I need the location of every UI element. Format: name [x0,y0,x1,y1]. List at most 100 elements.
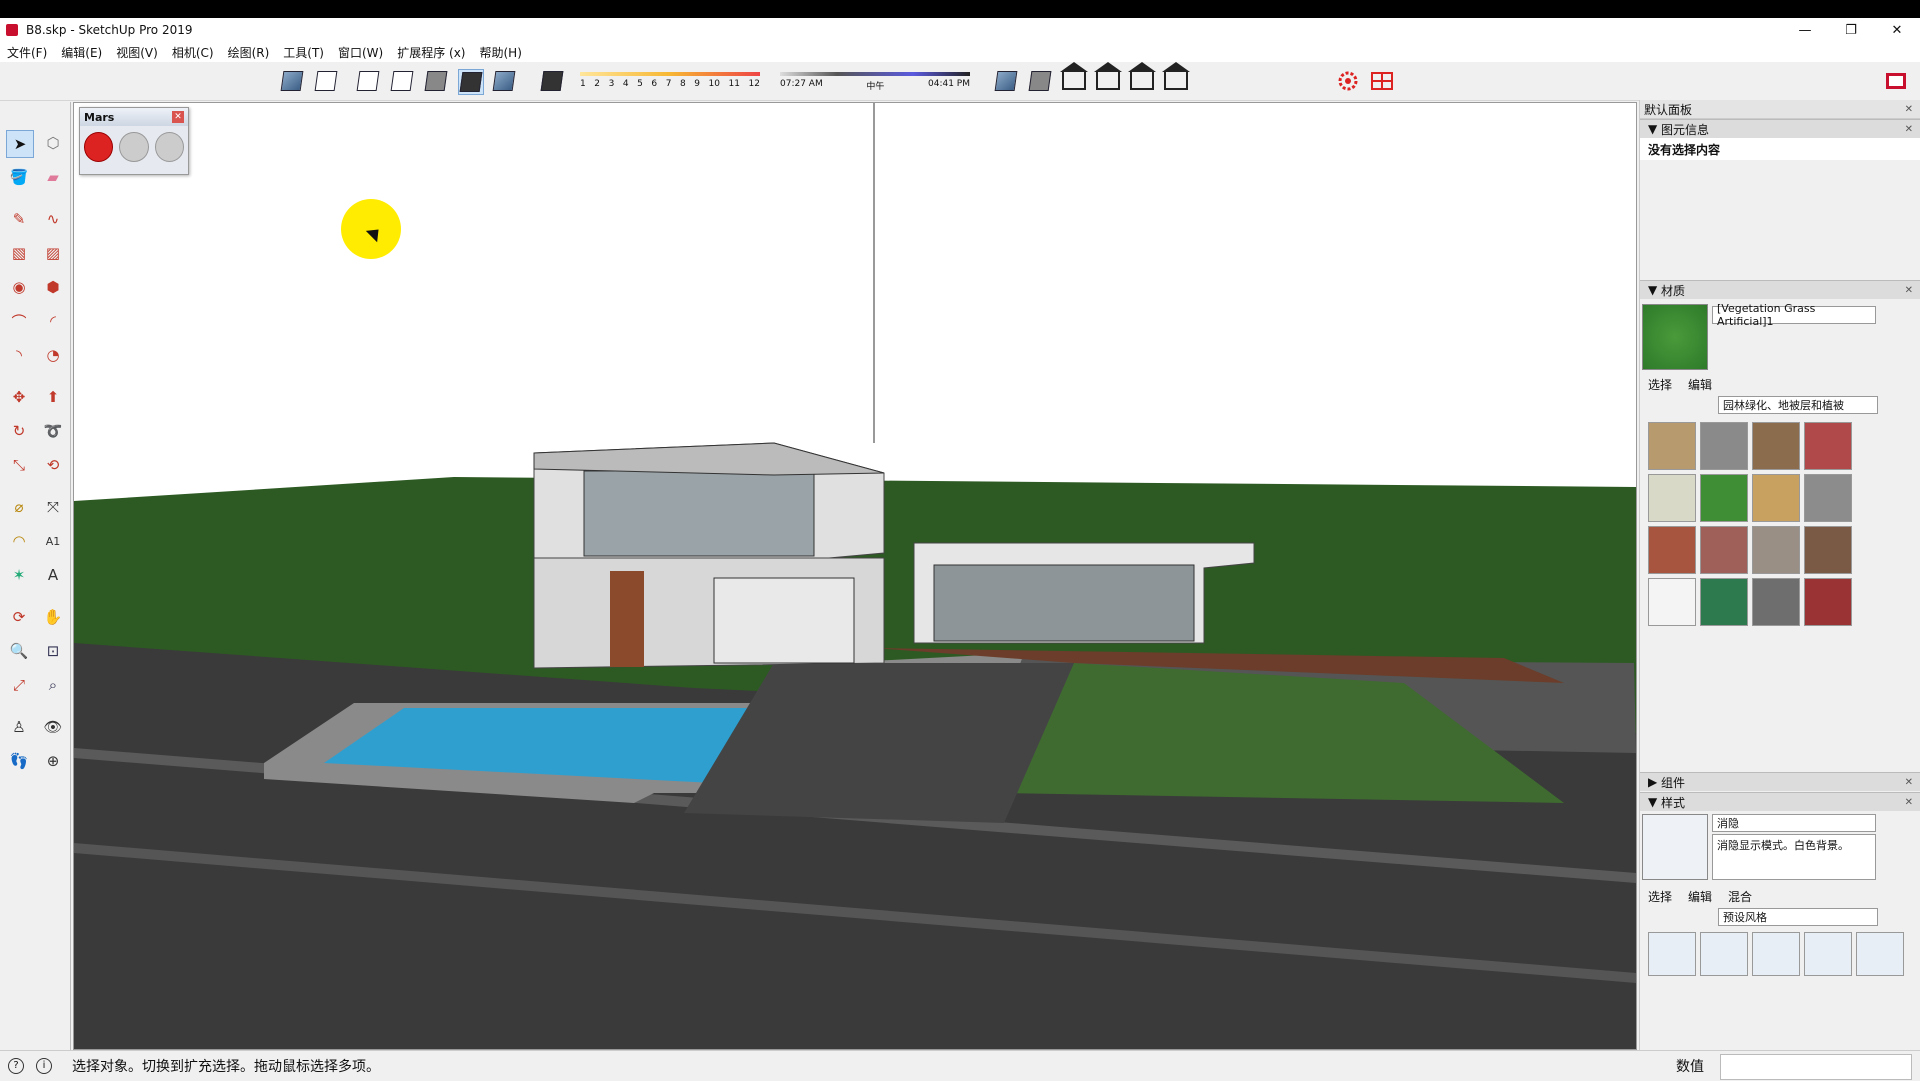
hidden-line-style-button[interactable] [390,69,414,93]
material-swatch[interactable] [1648,578,1696,626]
position-camera-tool[interactable]: ♙ [6,714,32,740]
menu-window[interactable]: 窗口(W) [331,44,390,61]
style-swatch[interactable] [1700,932,1748,976]
material-swatch[interactable] [1700,578,1748,626]
material-swatch[interactable] [1752,578,1800,626]
style-swatch[interactable] [1856,932,1904,976]
material-swatch[interactable] [1804,526,1852,574]
mars-render-button[interactable] [84,132,114,162]
dimension-tool[interactable]: ⤧ [40,494,66,520]
styles-section[interactable]: ▼ 样式 ✕ [1640,792,1920,811]
style-description-field[interactable]: 消隐显示模式。白色背景。 [1712,834,1876,880]
menu-file[interactable]: 文件(F) [0,44,54,61]
restore-button[interactable]: ❐ [1828,18,1874,42]
previous-view-tool[interactable]: ⌕ [40,672,66,698]
styles-close-icon[interactable]: ✕ [1905,797,1913,808]
iso-view-button[interactable] [994,69,1018,93]
measurements-input[interactable] [1720,1054,1912,1080]
polygon-tool[interactable]: ⬢ [40,274,66,300]
material-swatch[interactable] [1752,526,1800,574]
entity-info-section[interactable]: ▼ 图元信息 ✕ [1640,119,1920,138]
eraser-tool[interactable]: ▰ [40,164,66,190]
close-button[interactable]: ✕ [1874,18,1920,42]
scale-tool[interactable]: ⤡ [6,452,32,478]
material-swatch[interactable] [1700,526,1748,574]
material-swatch[interactable] [1648,474,1696,522]
material-swatch[interactable] [1648,526,1696,574]
components-close-icon[interactable]: ✕ [1905,777,1913,788]
materials-close-icon[interactable]: ✕ [1905,285,1913,296]
zoom-extents-tool[interactable]: ⤢ [6,672,32,698]
rotated-rectangle-tool[interactable]: ▨ [40,240,66,266]
line-tool[interactable]: ✎ [6,206,32,232]
model-viewport[interactable]: Mars ✕ [73,102,1637,1050]
material-swatch[interactable] [1700,422,1748,470]
front-view-button[interactable] [1060,62,1088,93]
menu-camera[interactable]: 相机(C) [165,44,221,61]
paint-bucket-tool[interactable]: 🪣 [6,164,32,190]
style-library-select[interactable]: 预设风格 [1718,908,1878,926]
menu-view[interactable]: 视图(V) [109,44,165,61]
zoom-tool[interactable]: 🔍 [6,638,32,664]
plugin-gear-button[interactable] [1336,69,1360,93]
mars-close-icon[interactable]: ✕ [172,111,184,123]
menu-draw[interactable]: 绘图(R) [221,44,277,61]
material-swatch[interactable] [1700,474,1748,522]
shadows-toggle-button[interactable] [540,69,564,93]
mars-settings-button[interactable] [154,132,184,162]
info-icon[interactable]: i [36,1058,52,1074]
menu-tools[interactable]: 工具(T) [276,44,331,61]
style-swatch[interactable] [1648,932,1696,976]
move-tool[interactable]: ✥ [6,384,32,410]
menu-help[interactable]: 帮助(H) [472,44,528,61]
follow-me-tool[interactable]: ➰ [40,418,66,444]
three-point-arc-tool[interactable]: ◝ [6,342,32,368]
menu-edit[interactable]: 编辑(E) [54,44,109,61]
style-swatch[interactable] [1752,932,1800,976]
protractor-tool[interactable]: ◠ [6,528,32,554]
tray-close-icon[interactable]: ✕ [1905,104,1913,115]
text-tool[interactable]: A1 [40,528,66,554]
style-name-field[interactable]: 消隐 [1712,814,1876,832]
plugin-grid-button[interactable] [1370,69,1394,93]
rectangle-tool[interactable]: ▧ [6,240,32,266]
components-section[interactable]: ▶ 组件 ✕ [1640,772,1920,791]
back-view-button[interactable] [1128,62,1156,93]
right-view-button[interactable] [1094,62,1122,93]
material-library-select[interactable]: 园林绿化、地被层和植被 [1718,396,1878,414]
shaded-textures-style-button[interactable] [458,69,484,95]
left-view-button[interactable] [1162,62,1190,93]
shadow-date-slider[interactable]: 1 2 3 4 5 6 7 8 9 10 11 12 [580,68,760,94]
look-around-tool[interactable]: 👁 [40,714,66,740]
pan-tool[interactable]: ✋ [40,604,66,630]
minimize-button[interactable]: — [1782,18,1828,42]
two-point-arc-tool[interactable]: ◜ [40,308,66,334]
xray-style-button[interactable] [280,69,304,93]
3d-model-scene[interactable] [74,103,1636,1049]
menu-extensions[interactable]: 扩展程序 (x) [390,44,472,61]
extension-warehouse-button[interactable] [1884,69,1908,93]
section-plane-tool[interactable]: ⊕ [40,748,66,774]
wireframe-style-button[interactable] [356,69,380,93]
axes-tool[interactable]: ✶ [6,562,32,588]
materials-tab-edit[interactable]: 编辑 [1688,376,1712,393]
monochrome-style-button[interactable] [492,69,516,93]
circle-tool[interactable]: ◉ [6,274,32,300]
shaded-style-button[interactable] [424,69,448,93]
zoom-window-tool[interactable]: ⊡ [40,638,66,664]
material-swatch[interactable] [1648,422,1696,470]
push-pull-tool[interactable]: ⬆ [40,384,66,410]
tape-measure-tool[interactable]: ⌀ [6,494,32,520]
style-swatch[interactable] [1804,932,1852,976]
walk-tool[interactable]: 👣 [6,748,32,774]
top-view-button[interactable] [1028,69,1052,93]
styles-tab-edit[interactable]: 编辑 [1688,888,1712,905]
select-tool[interactable]: ➤ [6,130,34,158]
rotate-tool[interactable]: ↻ [6,418,32,444]
material-swatch[interactable] [1804,422,1852,470]
styles-tab-mix[interactable]: 混合 [1728,888,1752,905]
orbit-tool[interactable]: ⟳ [6,604,32,630]
3d-text-tool[interactable]: A [40,562,66,588]
make-component-tool[interactable]: ⬡ [40,130,66,156]
entity-info-close-icon[interactable]: ✕ [1905,124,1913,135]
